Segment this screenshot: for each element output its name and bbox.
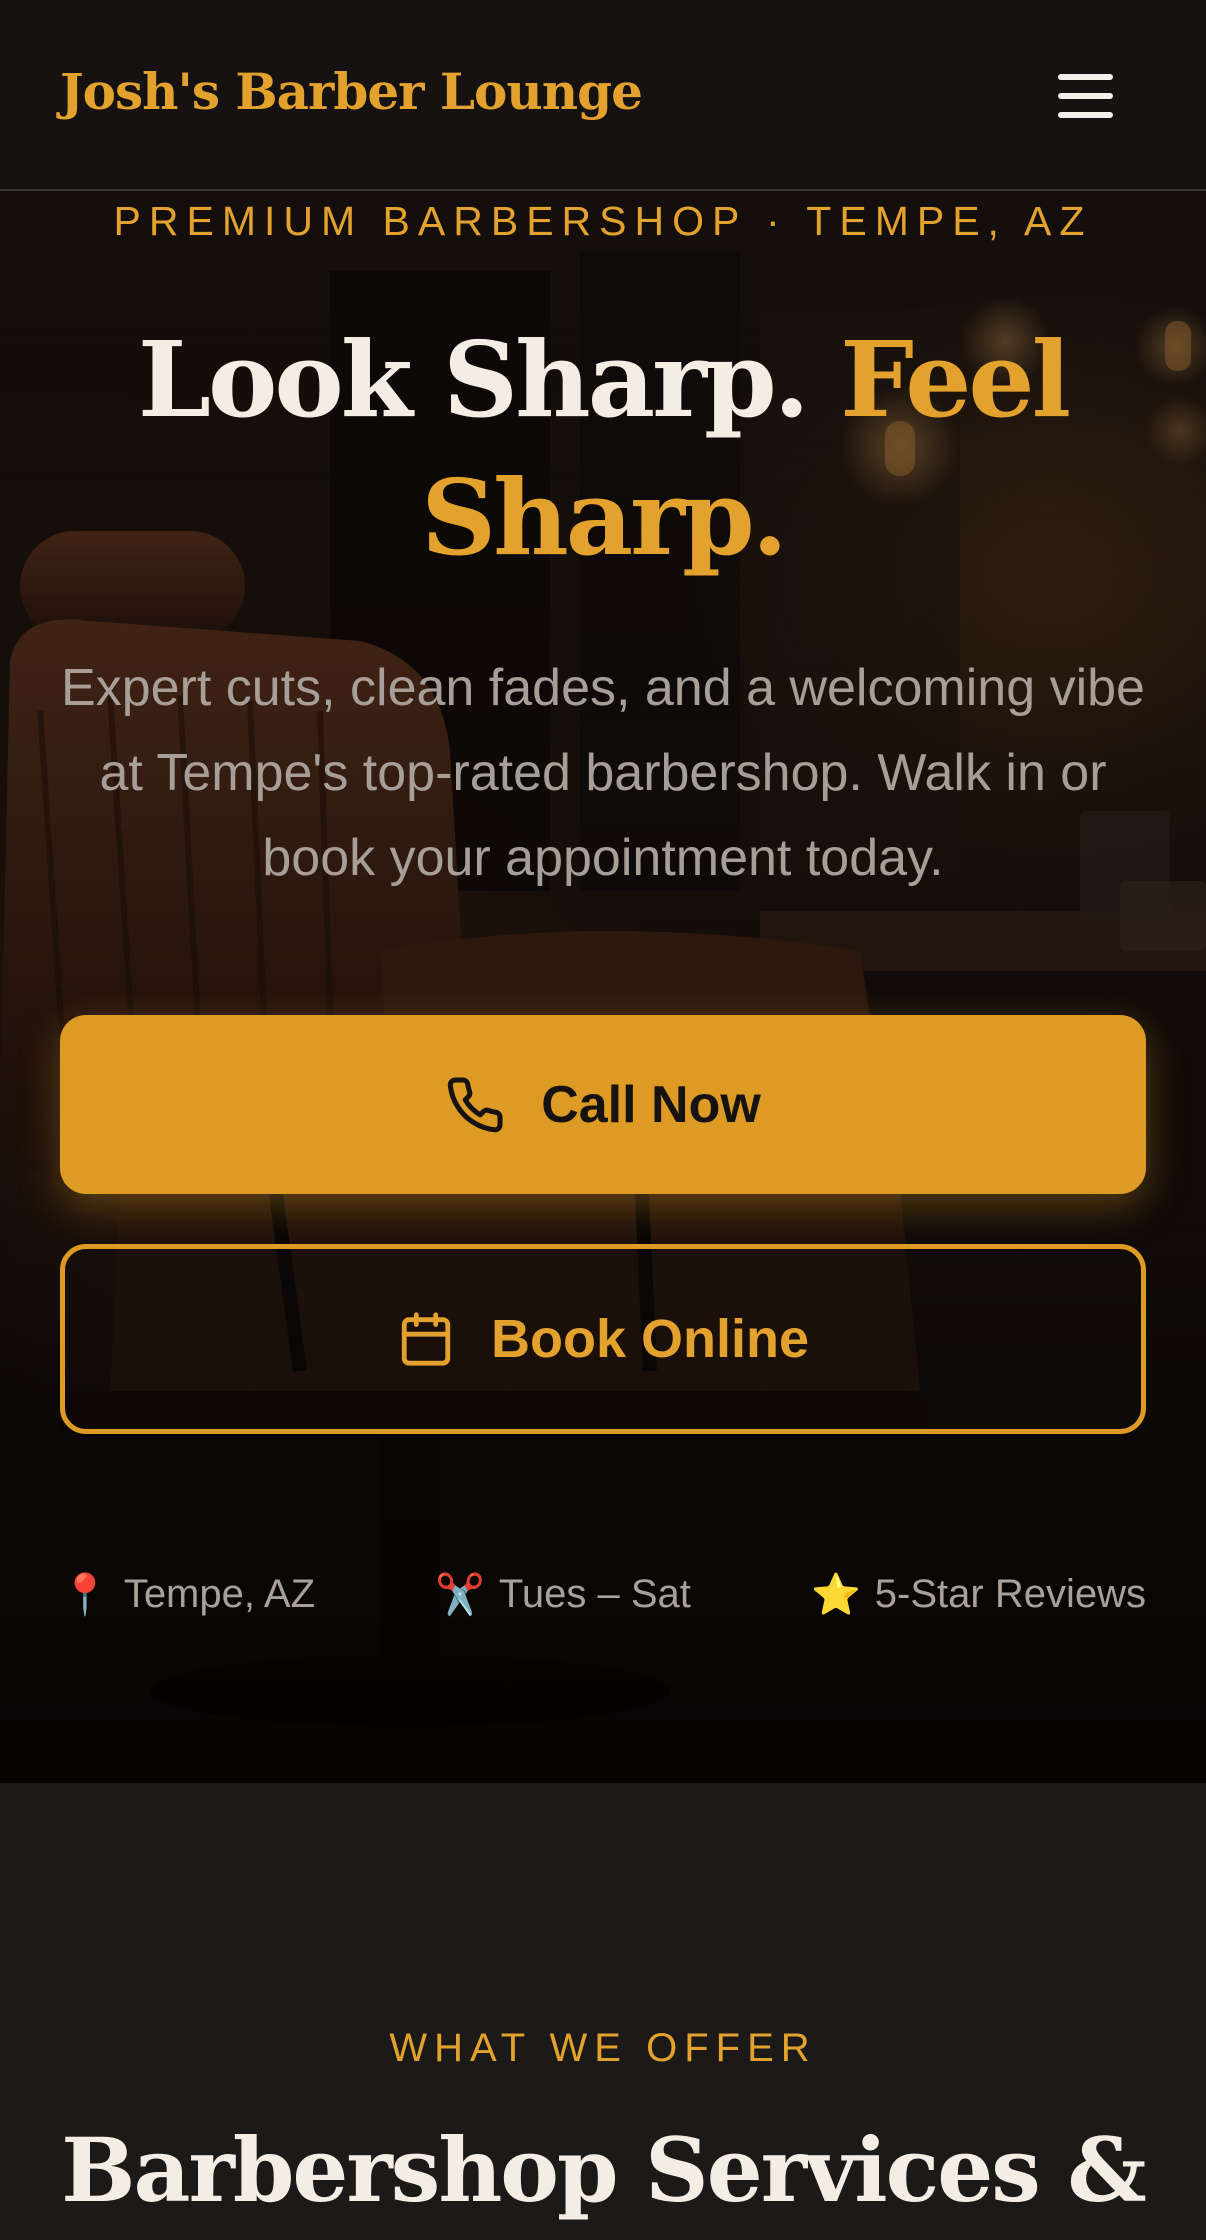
menu-bar	[1057, 112, 1113, 118]
pin-icon: 📍	[60, 1573, 110, 1617]
menu-bar	[1057, 93, 1113, 99]
call-now-button[interactable]: Call Now	[60, 1015, 1146, 1194]
location-badge: 📍 Tempe, AZ	[60, 1571, 315, 1618]
hero-content: PREMIUM BARBERSHOP · TEMPE, AZ Look Shar…	[0, 191, 1206, 1783]
book-online-button[interactable]: Book Online	[60, 1244, 1146, 1434]
services-title: Barbershop Services &	[61, 2118, 1147, 2222]
hero-title: Look Sharp. Feel Sharp.	[60, 311, 1146, 587]
site-header: Josh's Barber Lounge	[0, 0, 1206, 191]
hero-subtitle: Expert cuts, clean fades, and a welcomin…	[61, 659, 1145, 887]
reviews-text: 5-Star Reviews	[874, 1572, 1146, 1616]
services-eyebrow: WHAT WE OFFER	[389, 2026, 817, 2070]
star-icon: ⭐	[810, 1573, 861, 1617]
call-now-label: Call Now	[541, 1075, 761, 1134]
hero-meta-row: 📍 Tempe, AZ ✂️ Tues – Sat ⭐ 5-Star Revie…	[60, 1571, 1146, 1618]
hamburger-menu-icon[interactable]	[1040, 60, 1130, 132]
menu-bar	[1057, 74, 1113, 80]
hours-badge: ✂️ Tues – Sat	[435, 1571, 691, 1618]
hero-title-main: Look Sharp.	[137, 318, 841, 441]
scissors-icon: ✂️	[435, 1573, 485, 1617]
reviews-badge: ⭐ 5-Star Reviews	[811, 1571, 1146, 1618]
location-text: Tempe, AZ	[123, 1572, 316, 1616]
site-logo[interactable]: Josh's Barber Lounge	[60, 62, 643, 121]
book-online-label: Book Online	[490, 1309, 809, 1369]
hours-text: Tues – Sat	[498, 1572, 691, 1616]
services-section: WHAT WE OFFER Barbershop Services &	[0, 1783, 1206, 2240]
phone-icon	[445, 1075, 505, 1135]
hero-section: PREMIUM BARBERSHOP · TEMPE, AZ Look Shar…	[0, 191, 1206, 1783]
calendar-icon	[397, 1310, 455, 1368]
hero-eyebrow: PREMIUM BARBERSHOP · TEMPE, AZ	[113, 198, 1093, 244]
